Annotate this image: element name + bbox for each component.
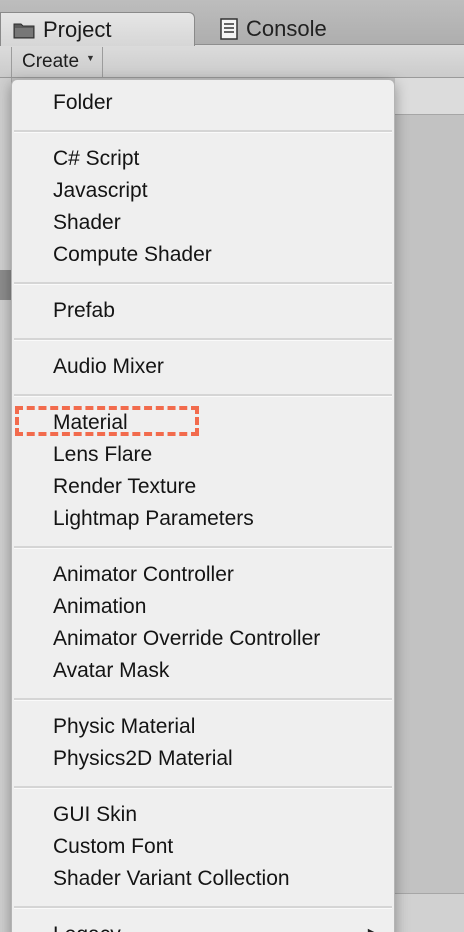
folder-icon: [13, 21, 35, 39]
menu-item-label: Animator Override Controller: [53, 627, 321, 650]
menu-separator: [12, 687, 394, 711]
chevron-right-icon: ▶: [368, 919, 380, 932]
menu-separator: [12, 895, 394, 919]
menu-item-label: Render Texture: [53, 475, 197, 498]
menu-item-label: C# Script: [53, 147, 140, 170]
menu-item-lens-flare[interactable]: Lens Flare: [12, 439, 394, 471]
menu-item-label: Folder: [53, 91, 113, 114]
tab-console[interactable]: Console: [216, 12, 327, 46]
tab-strip: Project Console: [0, 0, 464, 46]
tab-project[interactable]: Project: [0, 12, 195, 46]
menu-item-javascript[interactable]: Javascript: [12, 175, 394, 207]
menu-item-label: Prefab: [53, 299, 115, 322]
create-menu: Folder C# Script Javascript Shader Compute S…: [11, 79, 395, 932]
menu-item-audio-mixer[interactable]: Audio Mixer: [12, 351, 394, 383]
menu-item-animator-override-controller[interactable]: Animator Override Controller: [12, 623, 394, 655]
menu-separator: [12, 119, 394, 143]
menu-item-label: Compute Shader: [53, 243, 212, 266]
menu-item-label: Legacy: [53, 923, 121, 932]
menu-separator: [12, 535, 394, 559]
menu-item-avatar-mask[interactable]: Avatar Mask: [12, 655, 394, 687]
menu-item-label: Lightmap Parameters: [53, 507, 254, 530]
menu-separator: [12, 775, 394, 799]
menu-item-folder[interactable]: Folder: [12, 87, 394, 119]
menu-item-label: Animation: [53, 595, 147, 618]
menu-item-label: Animator Controller: [53, 563, 234, 586]
project-toolbar: Create ▼: [0, 45, 464, 78]
menu-item-label: Shader: [53, 211, 121, 234]
menu-item-label: GUI Skin: [53, 803, 138, 826]
menu-item-label: Physic Material: [53, 715, 196, 738]
menu-item-label: Physics2D Material: [53, 747, 233, 770]
menu-item-label: Audio Mixer: [53, 355, 164, 378]
menu-separator: [12, 327, 394, 351]
menu-item-label: Avatar Mask: [53, 659, 170, 682]
menu-item-gui-skin[interactable]: GUI Skin: [12, 799, 394, 831]
menu-item-label: Shader Variant Collection: [53, 867, 290, 890]
menu-item-compute-shader[interactable]: Compute Shader: [12, 239, 394, 271]
project-bottom-bar: [395, 893, 464, 932]
menu-item-material[interactable]: Material: [12, 407, 394, 439]
tab-console-label: Console: [246, 16, 327, 41]
search-bar-area: [395, 78, 464, 115]
menu-item-physic-material[interactable]: Physic Material: [12, 711, 394, 743]
create-button-label: Create: [22, 51, 80, 72]
menu-separator: [12, 271, 394, 295]
console-icon: [220, 18, 238, 40]
tab-project-label: Project: [43, 16, 112, 42]
menu-item-animation[interactable]: Animation: [12, 591, 394, 623]
menu-item-prefab[interactable]: Prefab: [12, 295, 394, 327]
menu-item-animator-controller[interactable]: Animator Controller: [12, 559, 394, 591]
menu-item-c-script[interactable]: C# Script: [12, 143, 394, 175]
create-dropdown-button[interactable]: Create ▼: [11, 47, 103, 77]
menu-item-render-texture[interactable]: Render Texture: [12, 471, 394, 503]
menu-item-label: Custom Font: [53, 835, 174, 858]
menu-item-custom-font[interactable]: Custom Font: [12, 831, 394, 863]
menu-item-legacy[interactable]: Legacy ▶: [12, 919, 394, 932]
menu-item-label: Lens Flare: [53, 443, 153, 466]
menu-item-shader[interactable]: Shader: [12, 207, 394, 239]
menu-item-label: Material: [53, 411, 128, 434]
menu-item-physics2d-material[interactable]: Physics2D Material: [12, 743, 394, 775]
menu-item-shader-variant-collection[interactable]: Shader Variant Collection: [12, 863, 394, 895]
menu-separator: [12, 383, 394, 407]
menu-item-lightmap-parameters[interactable]: Lightmap Parameters: [12, 503, 394, 535]
menu-item-label: Javascript: [53, 179, 148, 202]
chevron-down-icon: ▼: [86, 53, 95, 63]
